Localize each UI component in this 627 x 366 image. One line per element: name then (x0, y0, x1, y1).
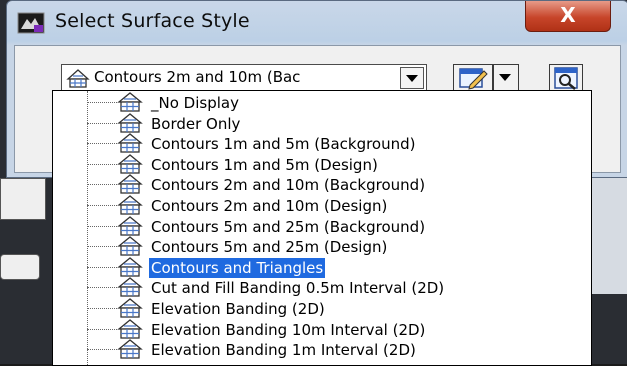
magnifier-view-icon (554, 67, 578, 90)
list-item-label: Contours 5m and 25m (Background) (151, 217, 426, 236)
edit-pencil-icon (459, 68, 488, 90)
title-bar[interactable]: Select Surface Style X (7, 1, 627, 45)
tree-branch-line (87, 102, 117, 103)
background-panel (590, 176, 627, 294)
background-panel-dark (590, 294, 627, 364)
tree-branch-line (87, 205, 117, 206)
tree-branch-line (87, 308, 117, 309)
view-style-button[interactable] (549, 64, 583, 92)
edit-options-dropdown[interactable] (493, 64, 519, 92)
list-item-label: Elevation Banding 10m Interval (2D) (151, 320, 426, 339)
close-button[interactable]: X (525, 1, 611, 32)
surface-style-dropdown-list[interactable]: _No Display Border Only Contours 1m and 5m… (52, 90, 592, 366)
tree-branch-line (87, 184, 117, 186)
tree-branch-line (87, 143, 117, 145)
tree-branch-line (87, 287, 117, 289)
background-control (0, 178, 46, 220)
list-item-label: Elevation Banding 1m Interval (2D) (151, 341, 416, 360)
tree-branch-line (87, 122, 117, 124)
list-item-label: Contours 5m and 25m (Design) (151, 238, 388, 257)
chevron-down-icon[interactable] (400, 67, 424, 89)
list-item-label: Contours 1m and 5m (Background) (151, 135, 416, 154)
tree-branch-line (87, 266, 117, 268)
edit-style-button[interactable] (453, 64, 493, 92)
list-item-label: Contours and Triangles (149, 257, 326, 278)
list-item-label: Elevation Banding (2D) (151, 300, 325, 318)
close-icon: X (560, 3, 576, 27)
combo-selected-value: Contours 2m and 10m (Bac (94, 68, 301, 86)
tree-branch-line (87, 328, 117, 330)
surface-style-icon (117, 337, 143, 361)
list-item-label: _No Display (151, 94, 239, 112)
tree-branch-line (87, 163, 117, 165)
list-item-label: Contours 2m and 10m (Design) (151, 197, 388, 215)
surface-style-icon (66, 67, 90, 89)
list-item-label: Border Only (151, 114, 241, 133)
list-item[interactable]: Elevation Banding 1m Interval (2D) (53, 337, 589, 361)
list-item-label: Contours 1m and 5m (Design) (151, 155, 378, 174)
tree-branch-line (87, 349, 117, 351)
surface-app-icon (17, 11, 45, 35)
background-button (0, 254, 40, 280)
tree-branch-line (87, 225, 117, 227)
surface-style-combobox[interactable]: Contours 2m and 10m (Bac (61, 64, 427, 92)
tree-branch-line (87, 246, 117, 248)
list-item-label: Cut and Fill Banding 0.5m Interval (2D) (151, 279, 445, 298)
window-title: Select Surface Style (55, 10, 250, 32)
list-item-label: Contours 2m and 10m (Background) (151, 176, 426, 195)
